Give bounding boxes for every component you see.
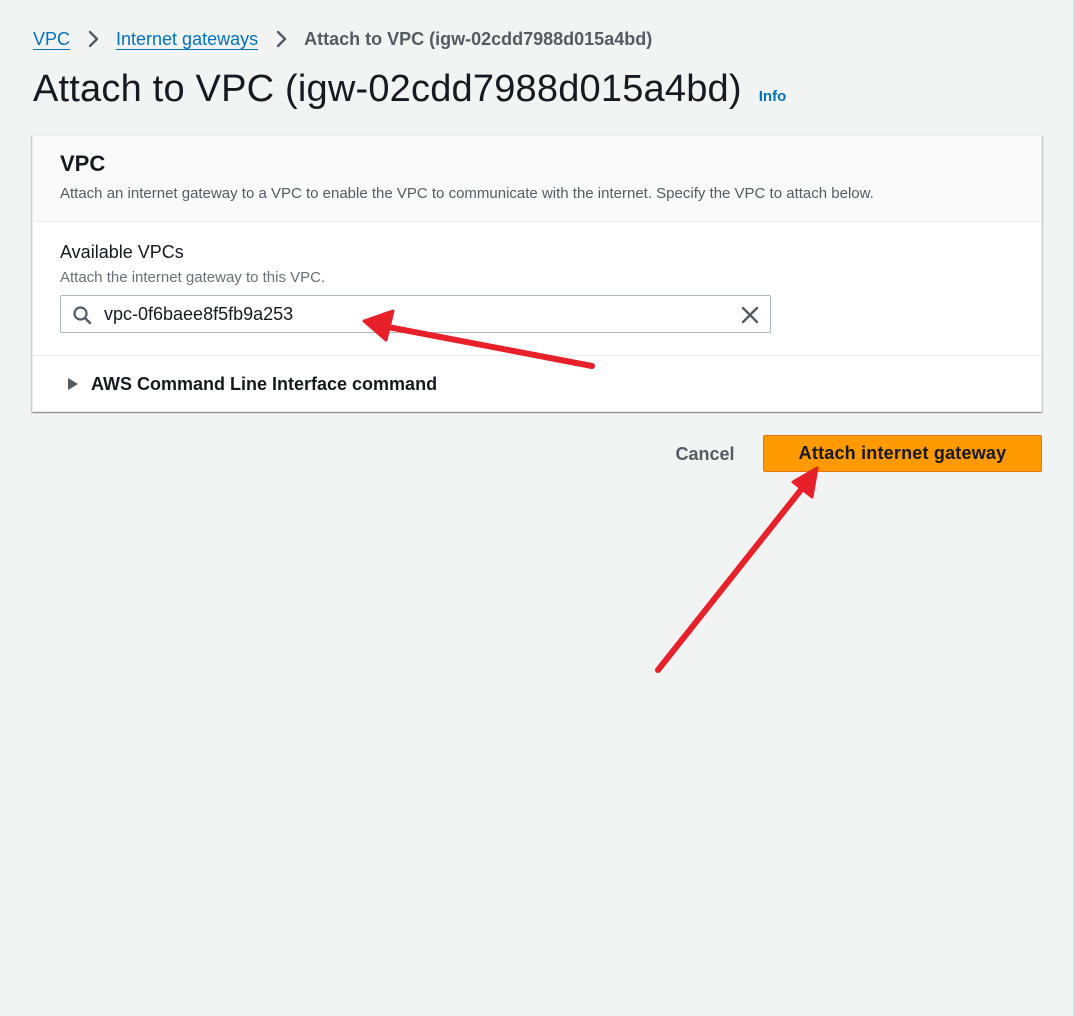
chevron-right-icon (276, 30, 287, 48)
vpc-panel: VPC Attach an internet gateway to a VPC … (32, 135, 1042, 412)
available-vpcs-label: Available VPCs (60, 242, 184, 262)
vpc-search-value: vpc-0f6baee8f5fb9a253 (104, 304, 294, 324)
panel-title: VPC (60, 151, 106, 176)
cli-command-label: AWS Command Line Interface command (91, 373, 438, 394)
panel-header: VPC Attach an internet gateway to a VPC … (33, 136, 1041, 222)
chevron-right-icon (88, 30, 99, 48)
cli-command-expander[interactable]: AWS Command Line Interface command (67, 372, 437, 396)
available-vpcs-description: Attach the internet gateway to this VPC. (60, 269, 326, 286)
caret-right-icon (68, 378, 78, 390)
panel-divider (33, 355, 1041, 356)
vpc-search-input[interactable]: vpc-0f6baee8f5fb9a253 (60, 295, 771, 333)
panel-description: Attach an internet gateway to a VPC to e… (60, 185, 874, 202)
page-header: Attach to VPC (igw-02cdd7988d015a4bd) In… (33, 68, 786, 111)
breadcrumb-link-vpc[interactable]: VPC (33, 29, 70, 50)
search-icon (73, 306, 92, 325)
breadcrumb-link-internet-gateways[interactable]: Internet gateways (116, 29, 258, 50)
page-title: Attach to VPC (igw-02cdd7988d015a4bd) (33, 68, 742, 110)
annotation-arrow-to-attach-button (655, 466, 819, 673)
cancel-button[interactable]: Cancel (660, 436, 750, 472)
breadcrumb-current: Attach to VPC (igw-02cdd7988d015a4bd) (304, 28, 653, 49)
breadcrumb: VPC Internet gateways Attach to VPC (igw… (33, 27, 652, 51)
attach-internet-gateway-button[interactable]: Attach internet gateway (763, 435, 1042, 472)
info-link[interactable]: Info (759, 88, 787, 105)
close-icon[interactable] (740, 305, 760, 325)
